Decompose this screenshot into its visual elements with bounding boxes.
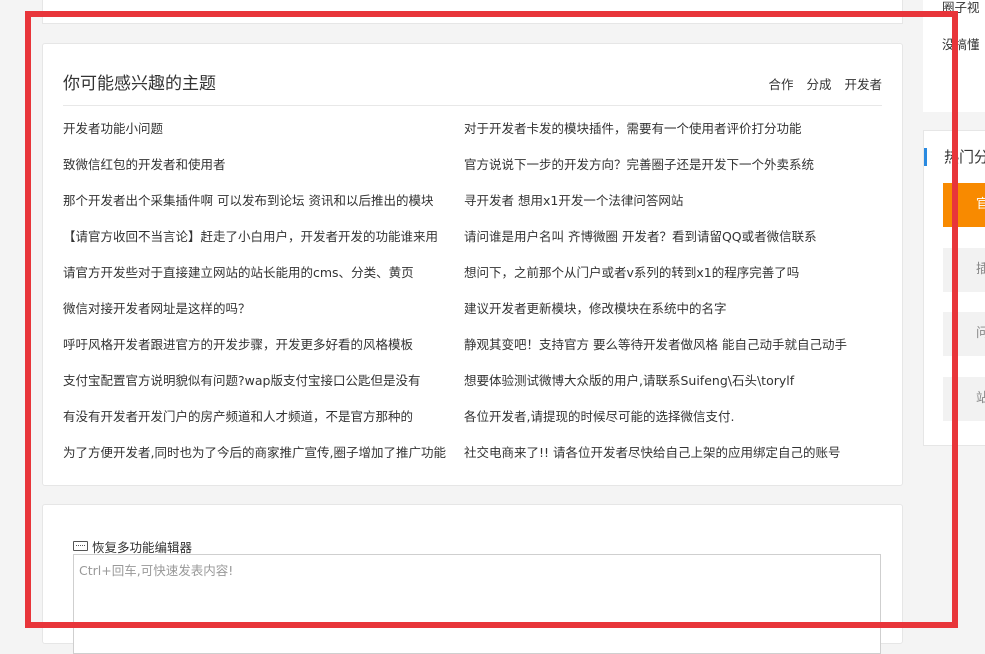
reply-editor-card: 恢复多功能编辑器	[42, 504, 903, 654]
keyboard-icon	[73, 541, 88, 551]
reply-textarea[interactable]	[73, 554, 881, 654]
tag-revenue-share[interactable]: 分成	[806, 77, 831, 92]
topic-link[interactable]: 寻开发者 想用x1开发一个法律问答网站	[464, 191, 864, 227]
category-button-site[interactable]: 站	[943, 377, 985, 421]
interest-topics-card: 你可能感兴趣的主题 合作 分成 开发者 开发者功能小问题 对于开发者卡发的模块插…	[42, 43, 903, 486]
sidebar-text-line[interactable]: 圈子视	[942, 0, 980, 16]
topic-link[interactable]: 开发者功能小问题	[63, 119, 448, 155]
sidebar-text-line[interactable]: 没搞懂	[942, 34, 980, 53]
restore-editor-label: 恢复多功能编辑器	[92, 540, 193, 555]
topic-link[interactable]: 致微信红包的开发者和使用者	[63, 155, 448, 191]
topic-link[interactable]: 建议开发者更新模块，修改模块在系统中的名字	[464, 299, 864, 335]
topic-link[interactable]: 支付宝配置官方说明貌似有问题?wap版支付宝接口公匙但是没有	[63, 371, 448, 407]
category-button-official[interactable]: 官	[943, 183, 985, 227]
right-sidebar-top: 圈子视 没搞懂	[923, 0, 985, 112]
topic-link[interactable]: 呼吁风格开发者跟进官方的开发步骤，开发更多好看的风格模板	[63, 335, 448, 371]
tag-developer[interactable]: 开发者	[844, 77, 882, 92]
hot-categories-panel: 热门分 官 插 问 站	[923, 130, 985, 446]
tag-links: 合作 分成 开发者	[759, 74, 882, 93]
category-button-plugins[interactable]: 插	[943, 248, 985, 292]
topic-link[interactable]: 社交电商来了!! 请各位开发者尽快给自己上架的应用绑定自己的账号	[464, 443, 864, 479]
topic-link[interactable]: 静观其变吧！支持官方 要么等待开发者做风格 能自己动手就自己动手	[464, 335, 864, 371]
topic-link[interactable]: 官方说说下一步的开发方向？完善圈子还是开发下一个外卖系统	[464, 155, 864, 191]
card-title: 你可能感兴趣的主题	[63, 74, 216, 94]
topic-list: 开发者功能小问题 对于开发者卡发的模块插件，需要有一个使用者评价打分功能 致微信…	[63, 119, 884, 479]
topic-link[interactable]: 微信对接开发者网址是这样的吗？	[63, 299, 448, 335]
topic-link[interactable]: 对于开发者卡发的模块插件，需要有一个使用者评价打分功能	[464, 119, 864, 155]
topic-link[interactable]: 请问谁是用户名叫 齐博微圈 开发者？看到请留QQ或者微信联系	[464, 227, 864, 263]
panel-title: 热门分	[924, 148, 985, 166]
category-button-questions[interactable]: 问	[943, 312, 985, 356]
topic-link[interactable]: 有没有开发者开发门户的房产频道和人才频道，不是官方那种的	[63, 407, 448, 443]
topic-link[interactable]: 为了方便开发者,同时也为了今后的商家推广宣传,圈子增加了推广功能	[63, 443, 448, 479]
card-header: 你可能感兴趣的主题 合作 分成 开发者	[63, 44, 882, 106]
topic-link[interactable]: 【请官方收回不当言论】赶走了小白用户，开发者开发的功能谁来用	[63, 227, 448, 263]
topic-link[interactable]: 想要体验测试微博大众版的用户,请联系Suifeng\石头\torylf	[464, 371, 864, 407]
previous-card-bottom	[42, 0, 903, 24]
topic-link[interactable]: 各位开发者,请提现的时候尽可能的选择微信支付.	[464, 407, 864, 443]
tag-cooperation[interactable]: 合作	[768, 77, 793, 92]
topic-link[interactable]: 想问下，之前那个从门户或者v系列的转到x1的程序完善了吗	[464, 263, 864, 299]
topic-link[interactable]: 那个开发者出个采集插件啊 可以发布到论坛 资讯和以后推出的模块	[63, 191, 448, 227]
topic-link[interactable]: 请官方开发些对于直接建立网站的站长能用的cms、分类、黄页	[63, 263, 448, 299]
